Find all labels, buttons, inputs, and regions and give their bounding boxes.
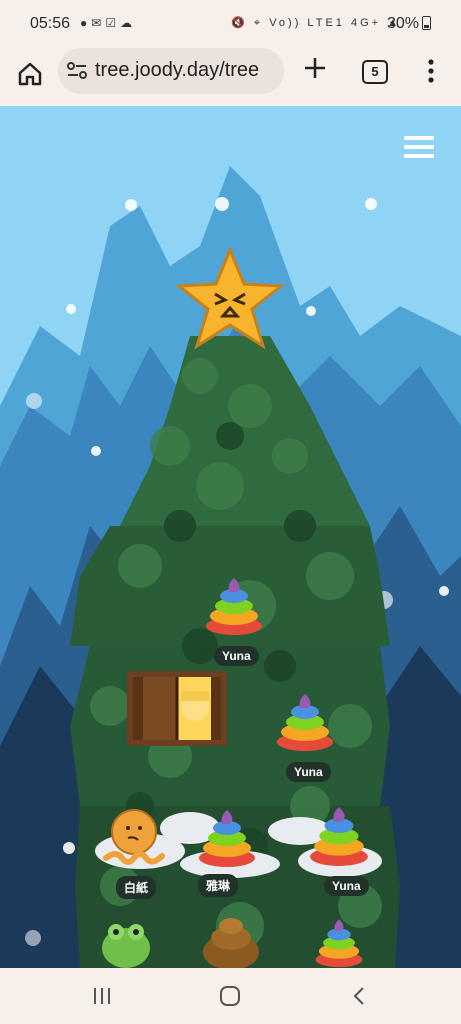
menu-button[interactable] (404, 136, 434, 160)
facebook-icon: ● (80, 16, 92, 30)
beehive-ornament[interactable] (196, 912, 266, 968)
site-settings-icon[interactable] (67, 62, 87, 80)
window-ornament[interactable] (127, 671, 227, 746)
rainbow-poop-ornament[interactable] (203, 574, 265, 636)
rainbow-poop-ornament[interactable] (274, 690, 336, 752)
name-tag[interactable]: 白紙 (116, 876, 157, 899)
battery-icon (422, 16, 431, 30)
name-tag[interactable]: Yuna (324, 876, 369, 896)
star-topper[interactable] (175, 246, 285, 356)
mute-icon: 🔇 (231, 17, 248, 29)
mail-icon: ✉ (91, 16, 106, 30)
rainbow-poop-ornament[interactable] (196, 806, 258, 868)
frog-ornament[interactable] (96, 914, 156, 968)
home-icon[interactable] (16, 60, 44, 88)
notification-icons: ●✉☑☁ (80, 16, 136, 30)
browser-toolbar: tree.joody.day/tree 5 (0, 48, 461, 106)
status-time: 05:56 (30, 15, 71, 32)
url-text[interactable]: tree.joody.day/tree (95, 59, 259, 82)
back-icon[interactable] (348, 984, 372, 1008)
home-nav-icon[interactable] (218, 984, 242, 1008)
soundcloud-icon: ☁ (120, 16, 137, 30)
menu-line (404, 136, 434, 140)
status-bar: 05:56 ●✉☑☁ 🔇 ⌖ Vo)) LTE1 4G+ ▲ 30% (0, 0, 461, 48)
game-canvas[interactable]: Yuna Yuna 白紙 雅琳 Yuna (0, 106, 461, 968)
name-tag[interactable]: 雅琳 (198, 874, 239, 897)
tab-switcher-button[interactable]: 5 (362, 60, 388, 84)
rainbow-poop-ornament[interactable] (309, 916, 369, 968)
menu-line (404, 154, 434, 158)
octopus-ornament[interactable] (98, 806, 170, 872)
system-nav-bar (0, 968, 461, 1024)
name-tag[interactable]: Yuna (214, 646, 259, 666)
name-tag[interactable]: Yuna (286, 762, 331, 782)
rainbow-poop-ornament[interactable] (307, 803, 371, 867)
url-bar[interactable]: tree.joody.day/tree (58, 48, 284, 94)
network-label: Vo)) LTE1 4G+ (269, 17, 382, 29)
menu-line (404, 145, 434, 149)
more-menu-icon[interactable] (424, 56, 438, 86)
new-tab-icon[interactable] (301, 54, 329, 82)
system-icons: 🔇 ⌖ Vo)) LTE1 4G+ ▲ (231, 16, 401, 30)
battery-percent: 30% (386, 15, 419, 32)
recent-apps-icon[interactable] (90, 984, 114, 1008)
location-icon: ⌖ (253, 17, 264, 29)
battery-indicator: 30% (387, 15, 431, 33)
check-box-icon: ☑ (105, 16, 121, 30)
